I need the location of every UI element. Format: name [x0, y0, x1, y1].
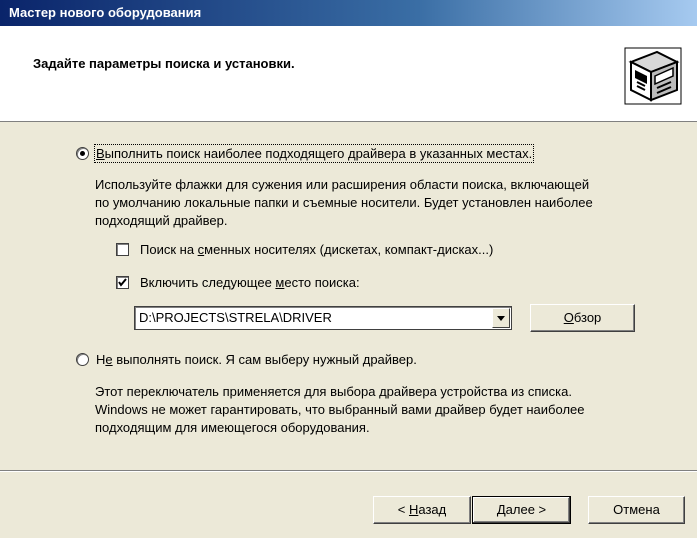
- chevron-down-icon: [497, 316, 505, 321]
- description-line: подходящий драйвер.: [95, 213, 228, 228]
- label-part: выполнять поиск. Я сам выберу нужный дра…: [112, 352, 417, 367]
- header-title: Задайте параметры поиска и установки.: [33, 56, 295, 71]
- search-radio[interactable]: [76, 147, 89, 160]
- label-part: ыполнить поиск наиболее подходящего драй…: [104, 146, 533, 161]
- label-part: алее >: [505, 502, 547, 517]
- label-part: азад: [418, 502, 447, 517]
- label-accel: Д: [496, 502, 506, 517]
- hardware-wizard-icon: [624, 47, 682, 105]
- label-accel: Н: [408, 502, 419, 517]
- checkmark-icon: [118, 278, 127, 287]
- window-title-bar[interactable]: Мастер нового оборудования: [0, 0, 697, 26]
- description-line: Используйте флажки для сужения или расши…: [95, 177, 590, 192]
- label-accel: О: [563, 310, 574, 325]
- label-part: Отмена: [613, 502, 660, 517]
- manual-description: Этот переключатель применяется для выбор…: [95, 383, 585, 437]
- description-line: Windows не может гарантировать, что выбр…: [95, 402, 585, 417]
- window-title: Мастер нового оборудования: [9, 5, 202, 20]
- search-radio-label[interactable]: Выполнить поиск наиболее подходящего дра…: [93, 144, 535, 163]
- manual-radio-label[interactable]: Не выполнять поиск. Я сам выберу нужный …: [96, 352, 417, 367]
- next-button[interactable]: Далее >: [472, 496, 571, 524]
- radio-dot: [80, 151, 85, 156]
- description-line: Этот переключатель применяется для выбор…: [95, 384, 572, 399]
- search-description: Используйте флажки для сужения или расши…: [95, 176, 593, 230]
- cancel-button[interactable]: Отмена: [588, 496, 685, 524]
- wizard-header: Задайте параметры поиска и установки.: [0, 26, 697, 122]
- back-button[interactable]: < Назад: [373, 496, 471, 524]
- search-path-combobox[interactable]: D:\PROJECTS\STRELA\DRIVER: [134, 306, 512, 330]
- label-part: Включить следующее: [140, 275, 276, 290]
- description-line: по умолчанию локальные папки и съемные н…: [95, 195, 593, 210]
- removable-media-label[interactable]: Поиск на сменных носителях (дискетах, ко…: [140, 242, 493, 257]
- search-path-value[interactable]: D:\PROJECTS\STRELA\DRIVER: [139, 310, 332, 325]
- label-part: бзор: [573, 310, 602, 325]
- label-part: Поиск на: [140, 242, 198, 257]
- label-part: Н: [96, 352, 106, 367]
- label-accel: В: [96, 146, 105, 161]
- label-part: <: [397, 502, 409, 517]
- manual-radio[interactable]: [76, 353, 89, 366]
- label-part: есто поиска:: [284, 275, 360, 290]
- description-line: подходящим для имеющегося оборудования.: [95, 420, 370, 435]
- include-location-checkbox[interactable]: [116, 276, 129, 289]
- include-location-label[interactable]: Включить следующее место поиска:: [140, 275, 360, 290]
- browse-button[interactable]: Обзор: [530, 304, 635, 332]
- removable-media-checkbox[interactable]: [116, 243, 129, 256]
- dropdown-button[interactable]: [492, 308, 510, 328]
- label-part: менных носителях (дискетах, компакт-диск…: [204, 242, 494, 257]
- label-accel: е: [105, 352, 113, 367]
